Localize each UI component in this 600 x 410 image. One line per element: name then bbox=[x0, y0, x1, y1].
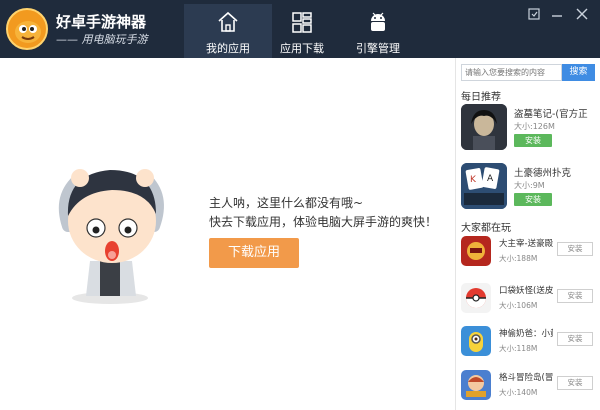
popular-item[interactable]: 格斗冒险岛(冒险 大小:140M 安装 bbox=[461, 370, 597, 406]
popular-item-name: 大主宰-送豪殿红 bbox=[499, 239, 553, 249]
home-icon bbox=[217, 10, 239, 34]
tab-engine-manage[interactable]: 引擎管理 bbox=[334, 4, 422, 58]
settings-button[interactable] bbox=[526, 6, 542, 20]
game-icon-fight-adventure bbox=[461, 370, 491, 400]
title-bar: 好卓手游神器 —— 用电脑玩手游 我的应用 应用下载 引擎管理 bbox=[0, 0, 600, 58]
tab-engine-manage-label: 引擎管理 bbox=[356, 42, 400, 55]
popular-item-size: 大小:188M bbox=[499, 254, 538, 263]
app-logo-icon bbox=[6, 8, 48, 50]
popular-item-size: 大小:106M bbox=[499, 301, 538, 310]
popular-item-name: 口袋妖怪(送皮卡 bbox=[499, 286, 553, 296]
brand: 好卓手游神器 —— 用电脑玩手游 bbox=[6, 8, 186, 50]
install-button[interactable]: 安装 bbox=[557, 376, 593, 390]
download-apps-button[interactable]: 下载应用 bbox=[209, 238, 299, 268]
daily-item-size: 大小:126M bbox=[514, 122, 555, 131]
install-button[interactable]: 安装 bbox=[557, 289, 593, 303]
game-icon-pokemon bbox=[461, 283, 491, 313]
popular-item[interactable]: 神偷奶爸：小黄 大小:118M 安装 bbox=[461, 326, 597, 362]
popular-games-title: 大家都在玩 bbox=[461, 223, 511, 234]
daily-item-name: 土豪德州扑克 bbox=[514, 168, 572, 179]
grid-icon bbox=[291, 10, 313, 34]
popular-item-name: 神偷奶爸：小黄 bbox=[499, 329, 553, 339]
svg-text:A: A bbox=[487, 174, 494, 184]
popular-item[interactable]: 口袋妖怪(送皮卡 大小:106M 安装 bbox=[461, 283, 597, 319]
crying-mascot-illustration bbox=[50, 156, 175, 306]
install-button[interactable]: 安装 bbox=[514, 193, 552, 206]
game-icon-minions bbox=[461, 326, 491, 356]
popular-item-name: 格斗冒险岛(冒险 bbox=[499, 373, 553, 383]
search-button[interactable]: 搜索 bbox=[562, 64, 595, 81]
app-title: 好卓手游神器 bbox=[56, 13, 147, 31]
minimize-button[interactable] bbox=[549, 6, 565, 20]
daily-item-size: 大小:9M bbox=[514, 181, 545, 190]
main-panel: 主人呐，这里什么都没有哦~ 快去下载应用，体验电脑大屏手游的爽快！ 下载应用 bbox=[0, 58, 456, 410]
tab-app-download-label: 应用下载 bbox=[280, 42, 324, 55]
install-button[interactable]: 安装 bbox=[514, 134, 552, 147]
search-input[interactable] bbox=[461, 64, 562, 81]
recommend-sidebar: 搜索 每日推荐 盗墓笔记-(官方正 大小:126M 安装 K A bbox=[457, 58, 600, 410]
app-slogan: —— 用电脑玩手游 bbox=[56, 33, 148, 46]
daily-item-name: 盗墓笔记-(官方正 bbox=[514, 109, 588, 120]
daily-item[interactable]: 盗墓笔记-(官方正 大小:126M 安装 bbox=[461, 104, 597, 154]
daily-item[interactable]: K A 土豪德州扑克 大小:9M 安装 bbox=[461, 163, 597, 213]
install-button[interactable]: 安装 bbox=[557, 242, 593, 256]
close-button[interactable] bbox=[574, 6, 590, 20]
game-icon-texas-poker: K A bbox=[461, 163, 507, 209]
close-icon bbox=[574, 6, 590, 25]
settings-icon bbox=[526, 6, 542, 25]
tab-app-download[interactable]: 应用下载 bbox=[258, 4, 346, 58]
popular-item-size: 大小:140M bbox=[499, 388, 538, 397]
popular-item[interactable]: 大主宰-送豪殿红 大小:188M 安装 bbox=[461, 236, 597, 272]
android-icon bbox=[367, 10, 389, 34]
minimize-icon bbox=[549, 6, 565, 25]
install-button[interactable]: 安装 bbox=[557, 332, 593, 346]
game-icon-dazhuzai bbox=[461, 236, 491, 266]
popular-item-size: 大小:118M bbox=[499, 344, 538, 353]
daily-recommend-title: 每日推荐 bbox=[461, 92, 501, 103]
empty-state-hint: 快去下载应用，体验电脑大屏手游的爽快！ bbox=[209, 215, 438, 229]
game-icon-daomu bbox=[461, 104, 507, 150]
empty-state-message: 主人呐，这里什么都没有哦~ bbox=[209, 196, 364, 210]
